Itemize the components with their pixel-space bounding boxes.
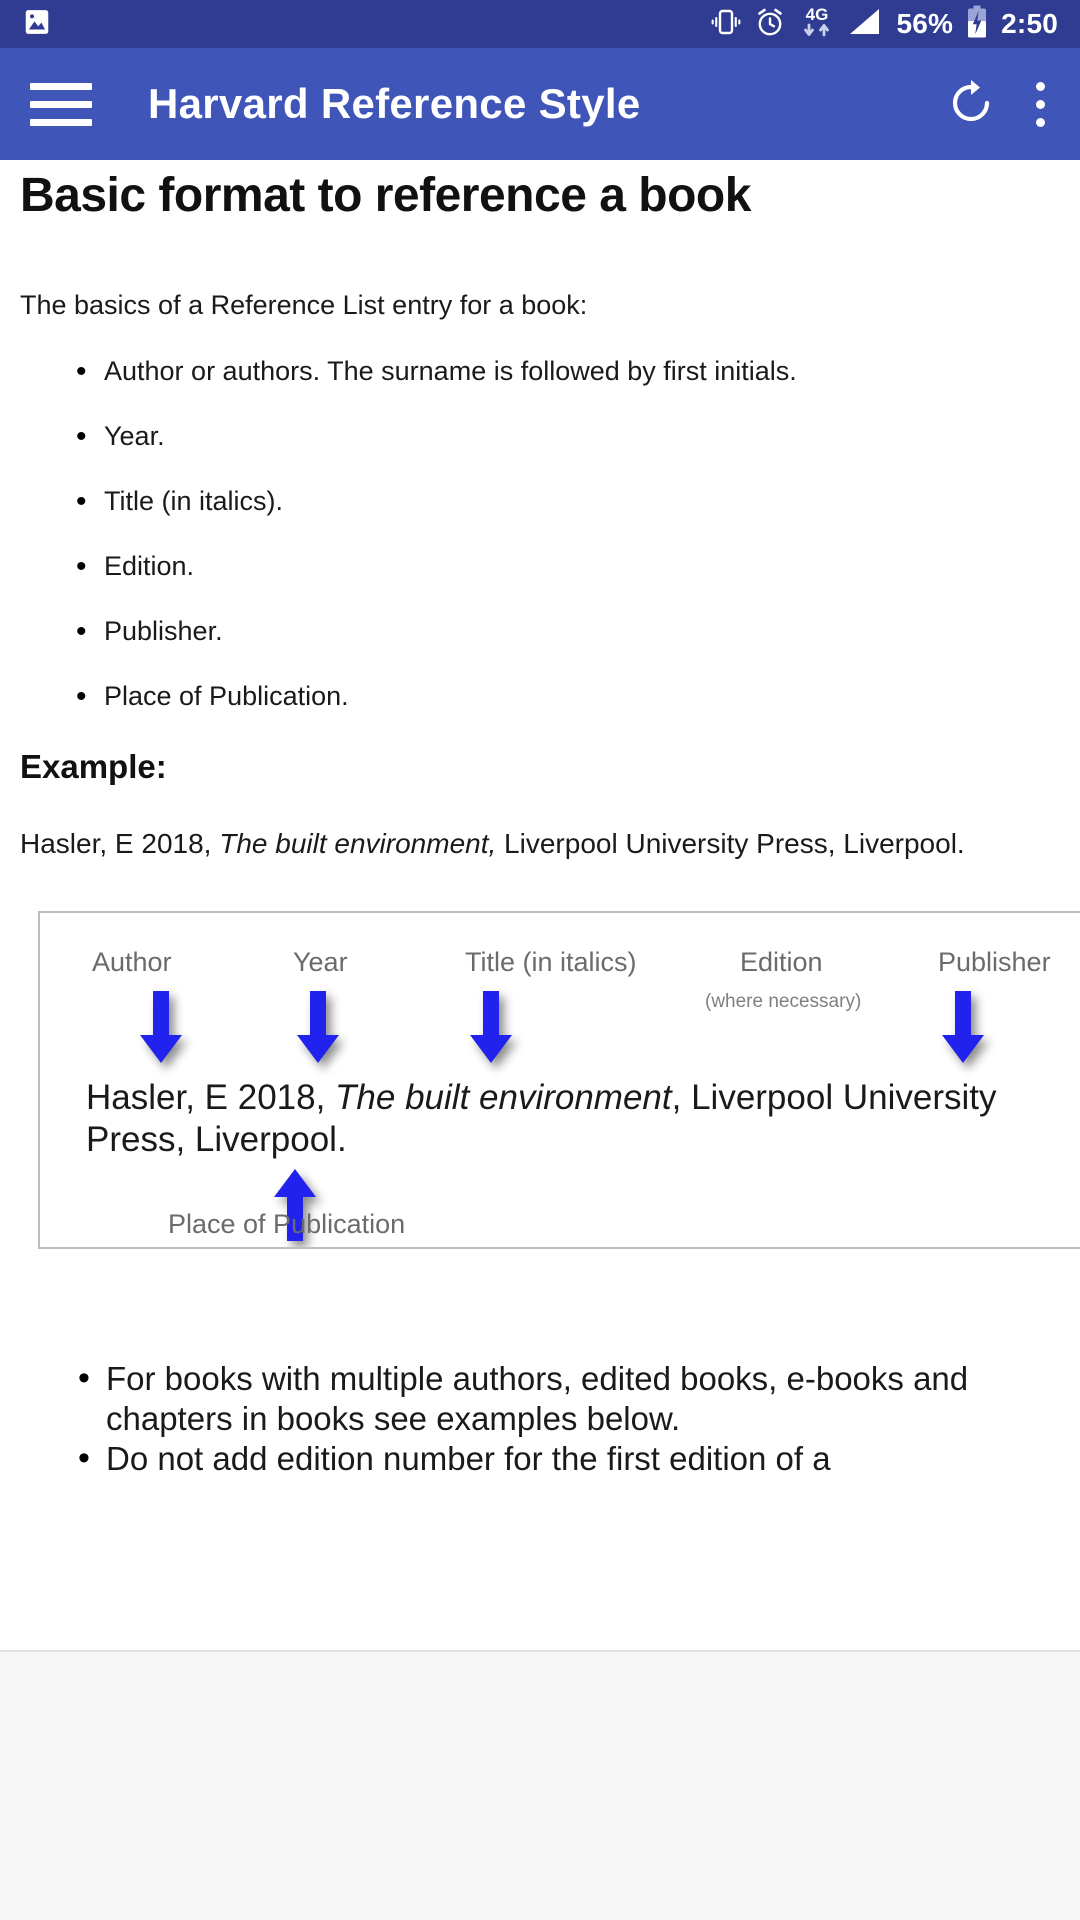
figure-ref-line2: Press, Liverpool. — [86, 1120, 347, 1160]
figure-ref-after: , Liverpool University — [671, 1077, 997, 1117]
clock-label: 2:50 — [1001, 8, 1058, 39]
list-item: Publisher. — [20, 612, 1060, 651]
figure-reference-text: Hasler, E 2018, The built environment, L… — [86, 1077, 1080, 1162]
arrow-down-publisher-icon — [942, 990, 984, 1063]
list-item: Author or authors. The surname is follow… — [20, 352, 1060, 391]
app-bar-actions — [946, 78, 1050, 130]
notes-section: For books with multiple authors, edited … — [20, 1356, 1060, 1481]
bottom-blank-pane — [0, 1650, 1080, 1920]
figure-label-publisher: Publisher — [938, 946, 1051, 977]
battery-percent-label: 56% — [896, 8, 954, 39]
figure-label-title: Title (in italics) — [465, 946, 637, 977]
intro-paragraph: The basics of a Reference List entry for… — [20, 290, 588, 321]
page-title: Basic format to reference a book — [20, 169, 751, 222]
signal-icon — [848, 7, 884, 42]
image-icon — [22, 7, 52, 42]
app-title: Harvard Reference Style — [148, 80, 641, 127]
figure-ref-before: Hasler, E 2018, — [86, 1077, 336, 1117]
overflow-menu-icon[interactable] — [1030, 81, 1050, 127]
app-bar: Harvard Reference Style — [0, 48, 1080, 160]
network-4g-icon: 4G — [799, 3, 835, 46]
reference-anatomy-figure: Author Year Title (in italics) Edition (… — [38, 910, 1080, 1249]
example-reference: Hasler, E 2018, The built environment, L… — [20, 824, 1060, 865]
arrow-down-author-icon — [140, 990, 182, 1063]
overflow-dot-1 — [1035, 81, 1045, 91]
svg-text:4G: 4G — [805, 5, 828, 24]
overflow-dot-2 — [1035, 99, 1045, 109]
status-bar-left — [22, 7, 52, 42]
refresh-icon[interactable] — [946, 78, 996, 130]
alarm-icon — [754, 6, 786, 43]
status-bar-right: 4G 56% 2:50 — [711, 3, 1059, 46]
list-item: Title (in italics). — [20, 482, 1060, 521]
example-ref-before: Hasler, E 2018, — [20, 828, 220, 860]
notes-list: For books with multiple authors, edited … — [20, 1356, 1060, 1481]
list-item: Year. — [20, 417, 1060, 456]
arrow-down-title-icon — [470, 990, 512, 1063]
list-item: For books with multiple authors, edited … — [20, 1356, 1060, 1440]
figure-label-edition-note: (where necessary) — [705, 990, 862, 1012]
document-body: Basic format to reference a book The bas… — [0, 168, 1080, 1481]
figure-label-year: Year — [293, 946, 348, 977]
figure-label-edition: Edition — [740, 946, 823, 977]
list-item: Do not add edition number for the first … — [20, 1436, 1060, 1480]
arrow-down-year-icon — [297, 990, 339, 1063]
vibrate-icon — [711, 6, 741, 43]
status-bar: 4G 56% 2:50 — [0, 0, 1080, 48]
figure-label-place-of-publication: Place of Publication — [168, 1208, 406, 1239]
figure-label-author: Author — [92, 946, 172, 977]
overflow-dot-3 — [1035, 117, 1045, 127]
menu-bar-2 — [30, 100, 92, 108]
list-item: Edition. — [20, 547, 1060, 586]
hamburger-menu-icon[interactable] — [30, 78, 92, 130]
example-ref-title: The built environment, — [219, 828, 497, 860]
webview-content[interactable]: Basic format to reference a book The bas… — [0, 160, 1080, 1650]
reference-elements-list: Author or authors. The surname is follow… — [20, 352, 1060, 717]
example-heading: Example: — [20, 748, 167, 786]
list-item: Place of Publication. — [20, 677, 1060, 716]
figure-ref-title: The built environment — [335, 1077, 672, 1117]
example-ref-after: Liverpool University Press, Liverpool. — [496, 828, 965, 860]
menu-bar-3 — [30, 118, 92, 126]
figure-canvas: Author Year Title (in italics) Edition (… — [40, 913, 1080, 1247]
battery-charging-icon — [966, 5, 988, 44]
menu-bar-1 — [30, 82, 92, 90]
